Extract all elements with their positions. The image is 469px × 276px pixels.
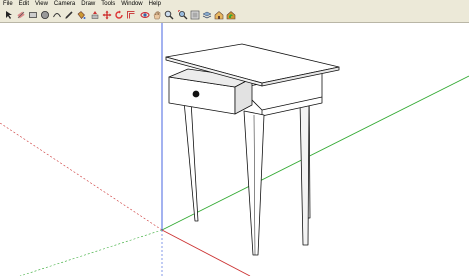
select-icon [6,11,12,19]
pencil-tool-button[interactable] [64,10,74,20]
rotate-tool-button[interactable] [114,10,124,20]
zoom-extents-tool-button[interactable] [178,10,188,20]
red-axis-positive [161,229,251,276]
arc-icon [53,13,61,18]
push-pull-tool-button[interactable] [90,10,100,20]
side-table-model[interactable] [165,43,340,256]
share-model-tool-button[interactable] [226,10,236,20]
drawer-knob[interactable] [192,90,200,98]
share-model-icon [226,11,236,20]
menu-edit[interactable]: Edit [16,0,32,8]
move-icon [102,10,112,20]
rectangle-icon [29,12,37,18]
circle-tool-button[interactable] [40,10,50,20]
rectangle-tool-button[interactable] [28,10,38,20]
zoom-extents-icon [178,10,188,20]
red-axis-negative [0,122,163,231]
pencil-icon [65,11,73,19]
offset-icon [127,11,135,19]
rotate-icon [115,10,123,19]
drawing-viewport[interactable] [0,23,469,276]
table-leg-front-right [299,100,310,246]
menu-file[interactable]: File [0,0,16,8]
layers-icon [202,11,212,19]
menu-window[interactable]: Window [118,0,145,8]
main-toolbar [0,8,469,23]
sketchup-window: File Edit View Camera Draw Tools Window … [0,0,469,276]
eraser-tool-button[interactable] [16,10,26,20]
green-axis-negative [19,229,163,276]
model-canvas[interactable] [0,23,469,276]
arc-tool-button[interactable] [52,10,62,20]
eraser-icon [17,11,25,19]
menu-draw[interactable]: Draw [78,0,98,8]
menu-view[interactable]: View [32,0,51,8]
pan-tool-button[interactable] [152,10,162,20]
zoom-tool-button[interactable] [164,10,174,20]
offset-tool-button[interactable] [126,10,136,20]
warehouse-tool-button[interactable] [214,10,224,20]
push-pull-icon [91,11,99,19]
warehouse-icon [214,11,224,20]
orbit-icon [140,12,150,18]
orbit-tool-button[interactable] [140,10,150,20]
pan-icon [153,11,161,20]
menu-tools[interactable]: Tools [98,0,118,8]
zoom-icon [164,10,174,20]
move-tool-button[interactable] [102,10,112,20]
menu-camera[interactable]: Camera [51,0,78,8]
menu-help[interactable]: Help [146,0,164,8]
paint-bucket-tool-button[interactable] [76,10,86,20]
layers-tool-button[interactable] [202,10,212,20]
menu-bar: File Edit View Camera Draw Tools Window … [0,0,469,8]
components-icon [190,10,200,20]
circle-icon [41,11,49,19]
paint-bucket-icon [77,11,86,19]
table-leg-back-left [183,100,199,222]
components-tool-button[interactable] [190,10,200,20]
select-tool-button[interactable] [4,10,14,20]
